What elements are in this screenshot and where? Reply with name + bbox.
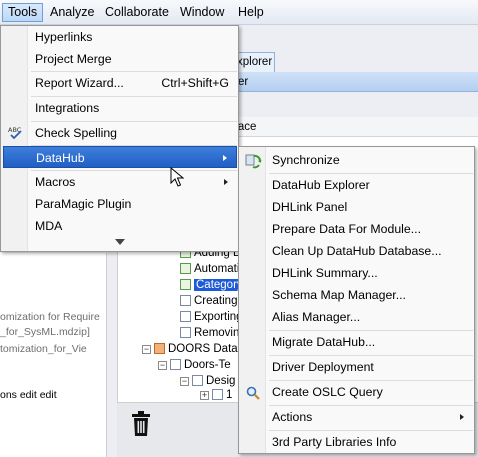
menu-item-3rd-party-libraries-info[interactable]: 3rd Party Libraries Info (241, 431, 473, 453)
menu-collaborate[interactable]: Collaborate (100, 3, 174, 22)
tree-row[interactable]: Automati (180, 261, 239, 277)
tree-row-label: Creating (194, 295, 238, 307)
tree-row-label: Desig (206, 375, 236, 387)
menu-label: Collaborate (105, 5, 169, 19)
submenu-arrow-icon (460, 414, 464, 420)
menu-item-prepare-data-for-module[interactable]: Prepare Data For Module... (241, 218, 473, 240)
menu-label: Analyze (50, 5, 95, 19)
menu-item-label: Hyperlinks (35, 30, 93, 44)
tree-row[interactable]: +1 (200, 387, 232, 403)
menu-item-datahub-explorer[interactable]: DataHub Explorer (241, 174, 473, 196)
tree-row-label: 1 (226, 389, 233, 401)
menu-item-alias-manager[interactable]: Alias Manager... (241, 306, 473, 328)
menu-item-schema-map-manager[interactable]: Schema Map Manager... (241, 284, 473, 306)
green-check-icon (180, 279, 191, 290)
left-panel-line: ons edit edit (0, 389, 57, 401)
menu-item-check-spelling[interactable]: Check Spelling (3, 122, 237, 144)
tree-row[interactable]: Removing (180, 325, 246, 341)
menu-item-label: Driver Deployment (272, 360, 374, 374)
document-icon (180, 327, 191, 338)
menu-item-clean-up-database[interactable]: Clean Up DataHub Database... (241, 240, 473, 262)
scroll-down-arrow-icon[interactable] (115, 239, 125, 245)
left-panel-line: omization for Require (0, 311, 100, 323)
document-icon (180, 311, 191, 322)
menu-item-label: Alias Manager... (272, 310, 361, 324)
menu-item-label: Clean Up DataHub Database... (272, 244, 442, 258)
collapse-icon[interactable]: − (142, 345, 151, 354)
tree-row-selected[interactable]: Category (180, 277, 245, 293)
menu-item-label: ParaMagic Plugin (35, 197, 132, 211)
tree-row[interactable]: − DOORS Data (142, 341, 238, 357)
document-icon (180, 295, 191, 306)
menu-item-label: 3rd Party Libraries Info (272, 435, 397, 449)
tools-dropdown: Hyperlinks Project Merge Report Wizard..… (0, 25, 239, 252)
menu-item-report-wizard[interactable]: Report Wizard... Ctrl+Shift+G (3, 72, 237, 94)
list-icon (192, 375, 203, 386)
menu-item-driver-deployment[interactable]: Driver Deployment (241, 356, 473, 378)
menu-item-mda[interactable]: MDA (3, 215, 237, 237)
folder-icon (170, 359, 181, 370)
menu-item-hyperlinks[interactable]: Hyperlinks (3, 26, 237, 48)
menu-item-label: DHLink Panel (272, 200, 348, 214)
trace-toolbar[interactable]: race (230, 117, 478, 137)
menu-item-project-merge[interactable]: Project Merge (3, 48, 237, 70)
tree-row[interactable]: Exporting (180, 309, 243, 325)
menu-item-label: Report Wizard... (35, 76, 124, 90)
menu-item-migrate-datahub[interactable]: Migrate DataHub... (241, 331, 473, 353)
left-panel-line: tomization_for_Vie (0, 343, 87, 355)
menu-item-label: Prepare Data For Module... (272, 222, 421, 236)
menu-item-label: Create OSLC Query (272, 385, 383, 399)
menu-item-label: Schema Map Manager... (272, 288, 406, 302)
menu-label: Tools (8, 5, 38, 19)
menu-item-macros[interactable]: Macros (3, 171, 237, 193)
menu-item-datahub[interactable]: DataHub (3, 146, 237, 168)
menu-item-dhlink-summary[interactable]: DHLink Summary... (241, 262, 473, 284)
trash-icon[interactable] (131, 411, 151, 437)
doors-icon (154, 343, 165, 354)
tree-row-label: Automati (194, 263, 240, 275)
menu-item-synchronize[interactable]: Synchronize (241, 149, 473, 171)
menu-item-label: Migrate DataHub... (272, 335, 376, 349)
menu-window[interactable]: Window (175, 3, 229, 22)
collapse-icon[interactable]: − (180, 377, 189, 386)
menu-label: Window (180, 5, 225, 19)
menu-item-label: Actions (272, 410, 313, 424)
submenu-arrow-icon (223, 155, 227, 161)
menu-item-label: Macros (35, 175, 76, 189)
mouse-pointer-icon (170, 167, 184, 187)
left-output-panel: omization for Require _for_SysML.mdzip] … (0, 253, 107, 457)
left-panel-line: _for_SysML.mdzip] (0, 326, 90, 338)
collapse-icon[interactable]: − (158, 361, 167, 370)
menu-item-label: Check Spelling (35, 126, 118, 140)
tree-row[interactable]: − Doors-Te (158, 357, 231, 373)
tree-row[interactable]: Creating (180, 293, 237, 309)
menu-label: Help (238, 5, 264, 19)
list-icon (212, 389, 223, 400)
menu-item-label: Synchronize (272, 153, 340, 167)
menu-tools[interactable]: Tools (2, 3, 44, 22)
menu-analyze[interactable]: Analyze (45, 3, 99, 22)
datahub-submenu: Synchronize DataHub Explorer DHLink Pane… (238, 146, 475, 454)
tree-row-label: Doors-Te (184, 359, 231, 371)
menu-item-paramagic-plugin[interactable]: ParaMagic Plugin (3, 193, 237, 215)
submenu-arrow-icon (224, 179, 228, 185)
menu-item-label: DataHub (36, 151, 85, 165)
menu-help[interactable]: Help (233, 3, 269, 22)
menu-item-label: DataHub Explorer (272, 178, 370, 192)
menu-bar: Tools Analyze Collaborate Window Help (0, 0, 478, 25)
tree-row-label: DOORS Data (168, 343, 238, 355)
menu-item-shortcut: Ctrl+Shift+G (161, 76, 229, 90)
menu-item-integrations[interactable]: Integrations (3, 97, 237, 119)
menu-item-label: Project Merge (35, 52, 112, 66)
explorer-header-strip: er (230, 72, 478, 92)
menu-item-label: MDA (35, 219, 63, 233)
tree-row-label: Exporting (194, 311, 243, 323)
menu-item-create-oslc-query[interactable]: Create OSLC Query (241, 381, 473, 403)
menu-item-dhlink-panel[interactable]: DHLink Panel (241, 196, 473, 218)
green-check-icon (180, 263, 191, 274)
menu-item-label: Integrations (35, 101, 100, 115)
menu-item-actions[interactable]: Actions (241, 406, 473, 428)
expand-icon[interactable]: + (200, 391, 209, 400)
menu-item-label: DHLink Summary... (272, 266, 378, 280)
